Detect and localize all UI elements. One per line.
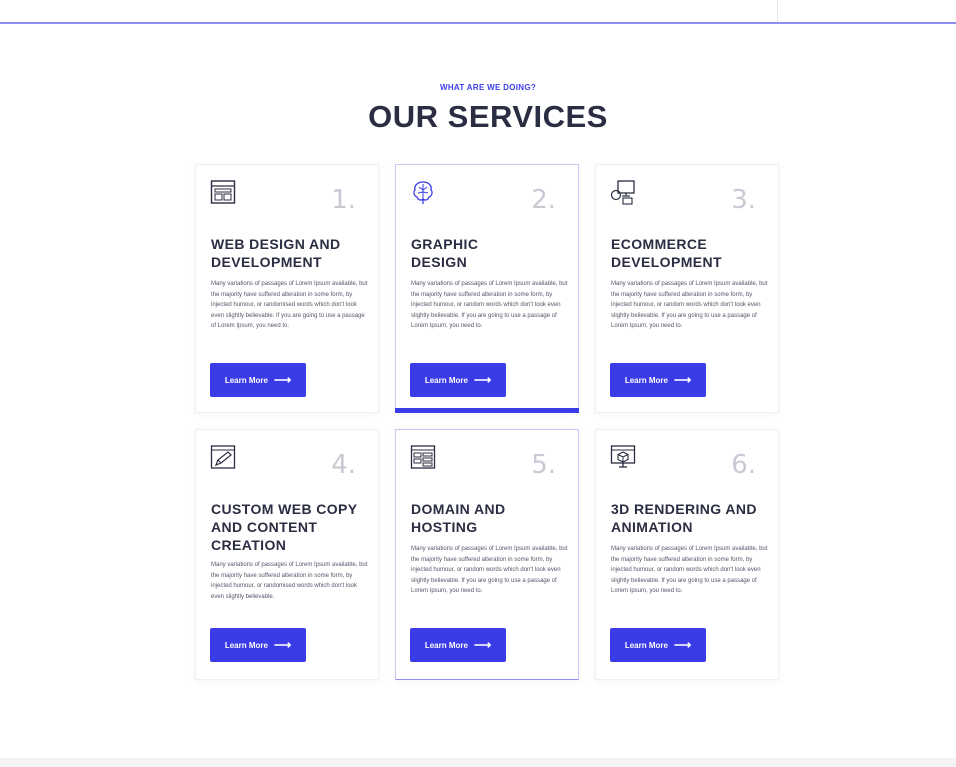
service-description: Many variations of passages of Lorem Ips… (611, 546, 768, 594)
learn-more-button[interactable]: Learn More ⟶ (210, 628, 306, 662)
header-separator (777, 0, 778, 22)
learn-more-label: Learn More (224, 375, 268, 385)
service-card-web-design: 1. WEB DESIGN AND DEVELOPMENT Many varia… (195, 164, 379, 413)
arrow-right-icon: ⟶ (473, 638, 492, 652)
service-number: 5. (531, 450, 556, 480)
service-card-web-copy: 4. CUSTOM WEB COPY AND CONTENT CREATION … (195, 429, 379, 680)
service-description: Many variations of passages of Lorem Ips… (411, 281, 568, 329)
learn-more-button[interactable]: Learn More ⟶ (410, 628, 506, 662)
learn-more-button[interactable]: Learn More ⟶ (610, 363, 706, 397)
section-eyebrow: WHAT ARE WE DOING? (439, 83, 537, 92)
service-card-3d-rendering: 6. 3D RENDERING AND ANIMATION Many varia… (595, 429, 779, 680)
pencil-edit-icon (210, 445, 236, 469)
active-indicator-bar (395, 408, 579, 413)
arrow-right-icon: ⟶ (673, 373, 692, 387)
devices-icon (610, 180, 635, 205)
learn-more-label: Learn More (624, 640, 668, 650)
service-title: 3D RENDERING AND ANIMATION (611, 501, 757, 535)
service-number: 4. (331, 450, 356, 480)
arrow-right-icon: ⟶ (273, 638, 292, 652)
service-title: CUSTOM WEB COPY AND CONTENT CREATION (211, 501, 358, 553)
service-title: GRAPHIC DESIGN (411, 236, 479, 270)
server-icon (410, 445, 436, 469)
service-description: Many variations of passages of Lorem Ips… (211, 562, 368, 600)
monitor-cube-icon (610, 445, 636, 468)
service-title: ECOMMERCE DEVELOPMENT (611, 236, 722, 270)
service-card-domain-hosting: 5. DOMAIN AND HOSTING Many variations of… (395, 429, 579, 680)
service-title: DOMAIN AND HOSTING (411, 501, 506, 535)
service-card-ecommerce: 3. ECOMMERCE DEVELOPMENT Many variations… (595, 164, 779, 413)
arrow-right-icon: ⟶ (473, 373, 492, 387)
service-description: Many variations of passages of Lorem Ips… (411, 546, 568, 594)
learn-more-label: Learn More (224, 640, 268, 650)
service-title: WEB DESIGN AND DEVELOPMENT (211, 236, 341, 270)
arrow-right-icon: ⟶ (673, 638, 692, 652)
learn-more-label: Learn More (424, 640, 468, 650)
service-number: 6. (731, 450, 756, 480)
browser-window-icon (210, 180, 236, 204)
learn-more-button[interactable]: Learn More ⟶ (210, 363, 306, 397)
service-description: Many variations of passages of Lorem Ips… (611, 281, 768, 329)
learn-more-button[interactable]: Learn More ⟶ (410, 363, 506, 397)
service-number: 2. (531, 185, 556, 215)
service-number: 3. (731, 185, 756, 215)
section-title: OUR SERVICES (368, 99, 608, 134)
learn-more-label: Learn More (424, 375, 468, 385)
brain-icon (413, 181, 433, 204)
service-number: 1. (331, 185, 356, 215)
service-card-graphic-design: 2. GRAPHIC DESIGN Many variations of pas… (395, 164, 579, 413)
service-description: Many variations of passages of Lorem Ips… (211, 281, 368, 329)
arrow-right-icon: ⟶ (273, 373, 292, 387)
learn-more-button[interactable]: Learn More ⟶ (610, 628, 706, 662)
top-divider (0, 22, 956, 24)
learn-more-label: Learn More (624, 375, 668, 385)
footer-strip (0, 758, 956, 767)
